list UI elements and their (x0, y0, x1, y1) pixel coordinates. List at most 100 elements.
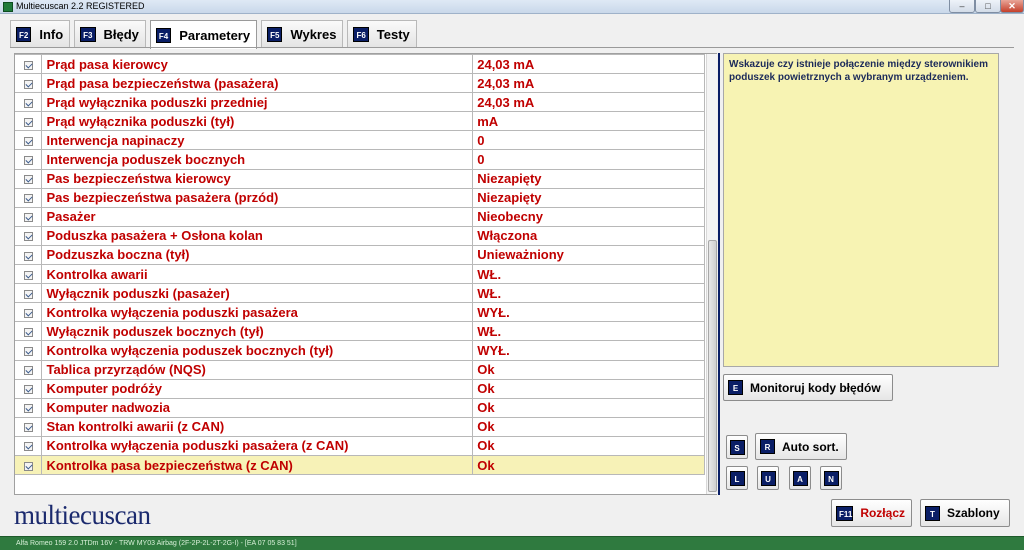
scrollbar-thumb[interactable] (708, 240, 717, 492)
auto-sort-button[interactable]: R Auto sort. (755, 433, 847, 460)
parameter-name: Kontrolka awarii (41, 264, 474, 285)
parameter-checkbox-cell (15, 53, 43, 75)
parameter-checkbox[interactable] (23, 270, 33, 280)
parameter-value: Ok (472, 397, 705, 418)
parameter-checkbox-cell (15, 321, 43, 342)
select-button-u[interactable]: U (757, 466, 779, 490)
parameter-checkbox[interactable] (23, 442, 33, 452)
button-label: Rozłącz (860, 506, 905, 520)
parameter-name: Stan kontrolki awarii (z CAN) (41, 416, 474, 437)
parameter-checkbox[interactable] (23, 175, 33, 185)
parameter-checkbox[interactable] (23, 308, 33, 318)
parameter-checkbox[interactable] (23, 79, 33, 89)
tab-label: Testy (376, 26, 410, 42)
tab-info[interactable]: F2 Info (10, 20, 71, 47)
parameter-row[interactable]: Podzuszka boczna (tył) Unieważniony (15, 244, 705, 266)
parameter-row[interactable]: Pas bezpieczeństwa pasażera (przód) Nieza… (15, 187, 705, 208)
parameter-row[interactable]: Interwencja poduszek bocznych 0 (15, 149, 705, 170)
select-button-a[interactable]: A (789, 466, 811, 490)
parameter-row[interactable]: Prąd wyłącznika poduszki (tył) mA (15, 111, 705, 132)
parameter-checkbox[interactable] (23, 194, 33, 204)
parameter-value: 24,03 mA (472, 53, 705, 75)
parameter-name: Komputer nadwozia (41, 397, 474, 418)
parameter-row[interactable]: Kontrolka wyłączenia poduszki pasażera (… (15, 435, 705, 456)
tab-key-badge: F4 (155, 27, 172, 43)
select-button-n[interactable]: N (820, 466, 842, 490)
parameter-checkbox-cell (15, 359, 43, 380)
parameter-checkbox[interactable] (23, 232, 33, 242)
select-button-l[interactable]: L (726, 466, 748, 490)
key-badge: A (792, 470, 808, 486)
minimize-button[interactable]: – (949, 0, 975, 13)
parameter-checkbox[interactable] (23, 366, 33, 376)
title-bar: Multiecuscan 2.2 REGISTERED – □ ✕ (0, 0, 1024, 14)
parameter-checkbox-cell (15, 378, 43, 399)
close-button[interactable]: ✕ (1000, 0, 1024, 13)
tab-chart[interactable]: F5 Wykres (261, 20, 344, 47)
parameter-checkbox[interactable] (23, 117, 33, 127)
button-label: Auto sort. (782, 439, 839, 454)
parameter-row[interactable]: Wyłącznik poduszek bocznych (tył) WŁ. (15, 321, 705, 342)
parameter-row[interactable]: Prąd pasa bezpieczeństwa (pasażera) 24,03… (15, 73, 705, 94)
parameter-checkbox[interactable] (23, 423, 33, 433)
parameter-row[interactable]: Komputer nadwozia Ok (15, 397, 705, 418)
parameter-checkbox[interactable] (23, 136, 33, 146)
parameter-checkbox-cell (15, 225, 43, 246)
parameter-checkbox-cell (15, 283, 43, 304)
parameter-checkbox-cell (15, 454, 43, 476)
parameter-row[interactable]: Tablica przyrządów (NQS) Ok (15, 359, 705, 380)
tab-tests[interactable]: F6 Testy (347, 20, 417, 47)
parameter-checkbox-cell (15, 149, 43, 170)
parameter-checkbox[interactable] (23, 347, 33, 357)
tab-key-badge: F5 (267, 26, 283, 42)
maximize-button[interactable]: □ (975, 0, 1001, 13)
parameter-checkbox[interactable] (23, 385, 33, 395)
parameter-row[interactable]: Poduszka pasażera + Osłona kolan Włączona (15, 225, 705, 246)
parameter-checkbox[interactable] (23, 461, 33, 471)
parameter-value: Niezapięty (472, 168, 705, 189)
parameter-checkbox[interactable] (23, 404, 33, 414)
parameter-value: Ok (472, 454, 705, 476)
parameter-row[interactable]: Stan kontrolki awarii (z CAN) Ok (15, 416, 705, 437)
parameter-row[interactable]: Kontrolka awarii WŁ. (15, 264, 705, 285)
parameter-row[interactable]: Pasażer Nieobecny (15, 206, 705, 227)
parameter-name: Wyłącznik poduszek bocznych (tył) (41, 321, 474, 342)
parameters-table-panel: Prąd pasa kierowcy 24,03 mA Prąd pasa bezp… (14, 53, 717, 495)
parameter-name: Poduszka pasażera + Osłona kolan (41, 225, 474, 246)
parameter-value: 0 (472, 149, 705, 170)
templates-button[interactable]: T Szablony (920, 499, 1010, 527)
parameter-checkbox[interactable] (23, 98, 33, 108)
parameter-row[interactable]: Kontrolka wyłączenia poduszki pasażera WY… (15, 302, 705, 323)
parameter-checkbox[interactable] (23, 327, 33, 337)
select-button-s[interactable]: S (726, 435, 748, 459)
parameter-row[interactable]: Wyłącznik poduszki (pasażer) WŁ. (15, 283, 705, 304)
parameter-row[interactable]: Prąd wyłącznika poduszki przedniej 24,03 … (15, 92, 705, 113)
parameter-row[interactable]: Kontrolka pasa bezpieczeństwa (z CAN) Ok (15, 454, 705, 476)
parameter-row[interactable]: Kontrolka wyłączenia poduszek bocznych (… (15, 340, 705, 361)
parameter-value: Nieobecny (472, 206, 705, 227)
parameter-row[interactable]: Interwencja napinaczy 0 (15, 130, 705, 151)
tab-errors[interactable]: F3 Błędy (74, 20, 146, 47)
parameter-name: Prąd wyłącznika poduszki przedniej (41, 92, 474, 113)
parameter-name: Tablica przyrządów (NQS) (41, 359, 474, 380)
parameter-row[interactable]: Prąd pasa kierowcy 24,03 mA (15, 53, 705, 75)
parameter-name: Prąd pasa kierowcy (41, 53, 474, 75)
parameter-row[interactable]: Komputer podróży Ok (15, 378, 705, 399)
disconnect-button[interactable]: F11 Rozłącz (831, 499, 912, 527)
parameter-checkbox[interactable] (23, 156, 33, 166)
parameter-checkbox-cell (15, 73, 43, 94)
parameter-checkbox[interactable] (23, 213, 33, 223)
tab-parameters[interactable]: F4 Parametery (149, 20, 258, 49)
tab-key-badge: F6 (353, 26, 369, 42)
panel-divider (718, 53, 720, 495)
parameter-row[interactable]: Pas bezpieczeństwa kierowcy Niezapięty (15, 168, 705, 189)
monitor-error-codes-button[interactable]: E Monitoruj kody błędów (723, 374, 893, 401)
parameter-name: Kontrolka pasa bezpieczeństwa (z CAN) (41, 454, 474, 476)
parameter-checkbox[interactable] (23, 60, 33, 70)
parameter-checkbox[interactable] (23, 289, 33, 299)
parameter-checkbox[interactable] (23, 251, 33, 261)
table-vertical-scrollbar[interactable] (706, 54, 717, 494)
window-title: Multiecuscan 2.2 REGISTERED (16, 1, 145, 11)
parameters-table: Prąd pasa kierowcy 24,03 mA Prąd pasa bezp… (15, 53, 705, 476)
parameter-value: 0 (472, 130, 705, 151)
